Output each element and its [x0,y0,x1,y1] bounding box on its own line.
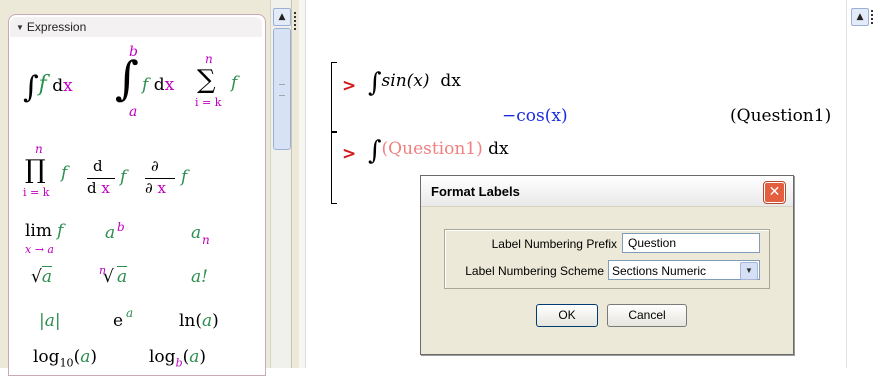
splitter-grip-icon [871,10,876,24]
palette-title: Expression [26,20,87,34]
input-prompt: > [342,144,357,164]
palette-power[interactable]: a b [105,221,145,251]
ok-button[interactable]: OK [536,304,598,327]
cancel-button[interactable]: Cancel [607,304,687,327]
worksheet-margin [299,0,306,368]
palette-pane: ▼ Expression ∫f dx ∫ b a f dx n ∑ i = k … [0,0,270,376]
close-icon[interactable]: ✕ [763,181,786,204]
palette-log-base-b[interactable]: logb(a) [149,349,206,369]
palette-absolute-value[interactable]: |a| [39,313,61,330]
palette-partial-derivative[interactable]: ∂ ∂ x f [145,159,205,199]
execution-group-bracket[interactable] [331,62,337,132]
palette-product[interactable]: n ∏ i = k f [23,143,83,203]
dialog-title: Format Labels [431,184,520,199]
output-1-equation-label: (Question1) [730,106,832,126]
prefix-label: Label Numbering Prefix [491,237,617,251]
scroll-up-arrow-icon[interactable]: ▲ [273,8,291,26]
input-2-expression[interactable]: ∫(Question1) dx [368,136,509,166]
palette-summation[interactable]: n ∑ i = k f [193,53,253,113]
collapse-triangle-icon[interactable]: ▼ [16,23,24,32]
palette-factorial[interactable]: a! [191,269,208,286]
label-scheme-select[interactable]: Sections Numeric ▼ [608,260,760,280]
expression-palette: ▼ Expression ∫f dx ∫ b a f dx n ∑ i = k … [8,14,266,376]
palette-log10[interactable]: log10(a) [33,349,97,369]
scroll-up-arrow-icon[interactable]: ▲ [851,8,869,26]
chevron-down-icon[interactable]: ▼ [740,262,758,280]
output-1-result: −cos(x) [502,106,568,126]
palette-scrollbar[interactable]: ▲ [270,0,291,368]
label-prefix-input[interactable] [622,233,760,253]
palette-square-root[interactable]: √a [31,269,52,286]
palette-derivative[interactable]: d d x f [87,159,137,199]
palette-natural-log[interactable]: ln(a) [179,313,219,330]
palette-nth-root[interactable]: n √ a [99,265,149,295]
palette-indefinite-integral[interactable]: ∫f dx [23,73,73,103]
palette-header[interactable]: ▼ Expression [10,17,262,37]
dialog-title-bar[interactable]: Format Labels ✕ [421,176,793,207]
palette-definite-integral[interactable]: ∫ b a f dx [115,45,185,125]
execution-group-bracket[interactable] [331,132,337,204]
worksheet-scrollbar[interactable]: ▲ [846,0,879,368]
palette-subscript[interactable]: a n [191,225,231,255]
palette-scroll-thumb[interactable] [273,28,291,150]
palette-limit[interactable]: lim f x → a [25,223,85,257]
input-1-expression[interactable]: ∫sin(x) dx [368,68,461,98]
format-labels-dialog: Format Labels ✕ Label Numbering Prefix L… [420,175,794,355]
scheme-label: Label Numbering Scheme [465,264,604,278]
input-prompt: > [342,76,357,96]
scheme-selected-value: Sections Numeric [612,264,707,278]
palette-exponential[interactable]: e a [113,307,153,337]
